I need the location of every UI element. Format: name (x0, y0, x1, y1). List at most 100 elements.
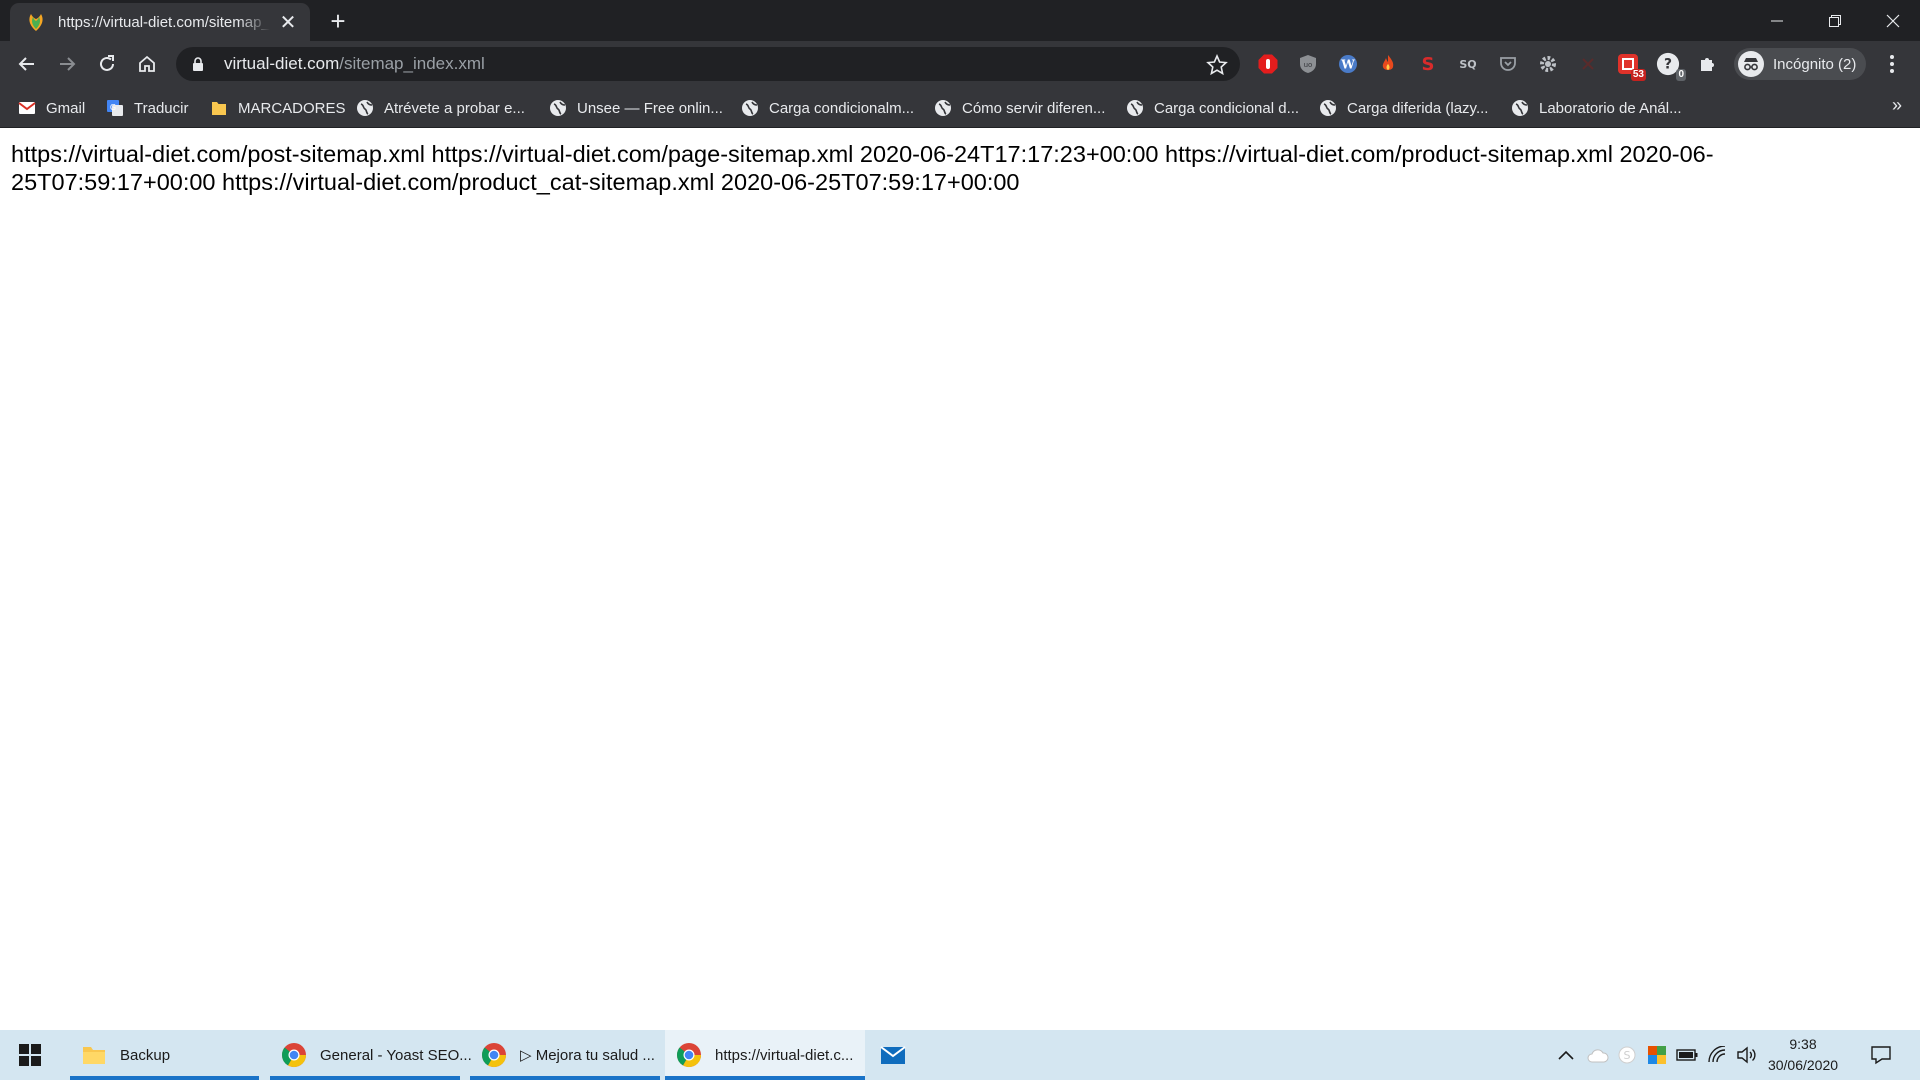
globe-icon (550, 100, 566, 116)
url-host: virtual-diet.com (224, 54, 340, 73)
taskbar-item-mail[interactable] (875, 1030, 925, 1080)
bookmark-carga-diferida[interactable]: Carga diferida (lazy... (1319, 95, 1488, 121)
speaker-icon (1737, 1046, 1756, 1064)
windows-logo-icon (19, 1044, 41, 1066)
wifi-icon (1708, 1046, 1726, 1063)
bookmark-unsee[interactable]: Unsee — Free onlin... (549, 95, 723, 121)
tray-skype[interactable]: S (1614, 1030, 1640, 1080)
svg-text:SQ: SQ (1459, 58, 1476, 71)
bookmark-folder-marcadores[interactable]: MARCADORES (210, 95, 346, 121)
extension-adblock-icon[interactable] (1256, 52, 1280, 76)
taskbar-item-label: General - Yoast SEO... (320, 1046, 472, 1064)
incognito-profile-button[interactable]: Incógnito (2) (1734, 48, 1866, 80)
bookmark-gmail[interactable]: Gmail (18, 95, 85, 121)
globe-icon (1512, 100, 1528, 116)
new-tab-button[interactable]: + (324, 6, 352, 36)
site-favicon-icon (29, 14, 43, 31)
taskbar-clock[interactable]: 9:38 30/06/2020 (1763, 1034, 1843, 1076)
reload-icon (100, 55, 114, 71)
page-body-text: https://virtual-diet.com/post-sitemap.xm… (11, 141, 1714, 195)
restore-button[interactable] (1806, 0, 1864, 41)
tray-wifi[interactable] (1704, 1030, 1730, 1080)
folder-icon (212, 102, 226, 115)
svg-text:S: S (1624, 1049, 1631, 1062)
bookmark-star-icon[interactable] (1206, 54, 1228, 76)
address-bar[interactable]: virtual-diet.com/sitemap_index.xml (176, 47, 1240, 81)
globe-icon (742, 100, 758, 116)
extension-red-counter-icon[interactable]: 53 (1616, 52, 1646, 81)
tray-volume[interactable] (1734, 1030, 1760, 1080)
x-mark-icon (1582, 58, 1594, 70)
bookmark-label: MARCADORES (238, 99, 346, 117)
extension-pocket-icon[interactable] (1496, 52, 1520, 76)
extension-badge-zero: 0 (1676, 69, 1686, 81)
seo-s-icon: S (1422, 54, 1435, 74)
extension-settings-icon[interactable] (1536, 52, 1560, 76)
bookmark-carga-condicionalm[interactable]: Carga condicionalm... (741, 95, 914, 121)
arrow-right-icon (60, 57, 76, 71)
bookmark-laboratorio[interactable]: Laboratorio de Anál... (1511, 95, 1682, 121)
bookmark-carga-condicional-d[interactable]: Carga condicional d... (1126, 95, 1299, 121)
extension-help-icon[interactable]: ? 0 (1656, 52, 1686, 81)
hand-stop-icon (1258, 54, 1278, 74)
translate-icon: G (107, 100, 123, 116)
bookmark-label: Carga condicionalm... (769, 99, 915, 117)
windows-taskbar: Backup General - Yoast SEO... ▷ Mejora t… (0, 1030, 1920, 1080)
bookmark-label: Cómo servir diferen... (962, 99, 1106, 117)
taskbar-item-label: https://virtual-diet.c... (715, 1046, 854, 1064)
more-vert-icon[interactable] (1880, 52, 1904, 76)
puzzle-icon (1701, 58, 1714, 71)
minimize-button[interactable] (1748, 0, 1806, 41)
battery-icon (1676, 1049, 1698, 1061)
taskbar-item-mejora[interactable]: ▷ Mejora tu salud ... (470, 1030, 660, 1080)
action-center-button[interactable] (1862, 1030, 1900, 1080)
chevron-up-icon (1558, 1050, 1574, 1060)
chrome-icon (676, 1043, 701, 1068)
wordpress-icon: W (1339, 55, 1357, 73)
extension-fire-icon[interactable] (1376, 52, 1400, 76)
bookmark-atrevete[interactable]: Atrévete a probar e... (356, 95, 525, 121)
browser-toolbar: virtual-diet.com/sitemap_index.xml uo W … (0, 41, 1920, 87)
close-icon (1886, 14, 1900, 27)
back-button[interactable] (11, 48, 43, 80)
arrow-left-icon (18, 57, 34, 71)
reload-button[interactable] (91, 48, 123, 80)
tray-overflow-button[interactable] (1554, 1030, 1578, 1080)
lock-icon[interactable] (190, 56, 206, 72)
bookmarks-overflow-button[interactable]: » (1892, 95, 1902, 116)
tab-strip: https://virtual-diet.com/sitemap_index.x… (0, 0, 1920, 41)
extension-seoquake-icon[interactable]: S (1416, 52, 1440, 76)
globe-icon (1127, 100, 1143, 116)
taskbar-item-virtual-diet[interactable]: https://virtual-diet.c... (665, 1030, 865, 1080)
extension-seo-quake-2-icon[interactable]: SQ (1456, 52, 1480, 76)
close-window-button[interactable] (1864, 0, 1920, 41)
browser-tab-active[interactable]: https://virtual-diet.com/sitemap_index.x… (10, 3, 310, 41)
bookmark-label: Laboratorio de Anál... (1539, 99, 1682, 117)
forward-button[interactable] (51, 48, 83, 80)
bookmark-traducir[interactable]: G Traducir (106, 95, 188, 121)
chrome-icon (481, 1043, 506, 1068)
home-icon (139, 55, 155, 72)
bookmark-label: Unsee — Free onlin... (577, 99, 723, 117)
extension-close-x-icon[interactable] (1576, 52, 1600, 76)
taskbar-item-backup[interactable]: Backup (70, 1030, 259, 1080)
home-button[interactable] (131, 48, 163, 80)
globe-icon (357, 100, 373, 116)
minimize-icon (1771, 20, 1783, 21)
tray-cloud[interactable] (1584, 1030, 1612, 1080)
notification-icon (1871, 1046, 1891, 1065)
start-button[interactable] (0, 1030, 60, 1080)
svg-text:G: G (110, 103, 116, 112)
tab-close-icon[interactable]: ✕ (276, 10, 300, 34)
tray-office-app[interactable] (1644, 1030, 1670, 1080)
taskbar-item-yoast[interactable]: General - Yoast SEO... (270, 1030, 472, 1080)
restore-icon (1829, 14, 1841, 27)
bookmark-label: Carga diferida (lazy... (1347, 99, 1489, 117)
bookmark-como-servir[interactable]: Cómo servir diferen... (934, 95, 1105, 121)
extension-wordpress-icon[interactable]: W (1336, 52, 1360, 76)
tray-battery[interactable] (1674, 1030, 1700, 1080)
extensions-menu-button[interactable] (1696, 52, 1720, 76)
extension-badge-count: 53 (1630, 69, 1646, 81)
svg-text:W: W (1340, 58, 1355, 72)
extension-ublock-icon[interactable]: uo (1296, 52, 1320, 76)
